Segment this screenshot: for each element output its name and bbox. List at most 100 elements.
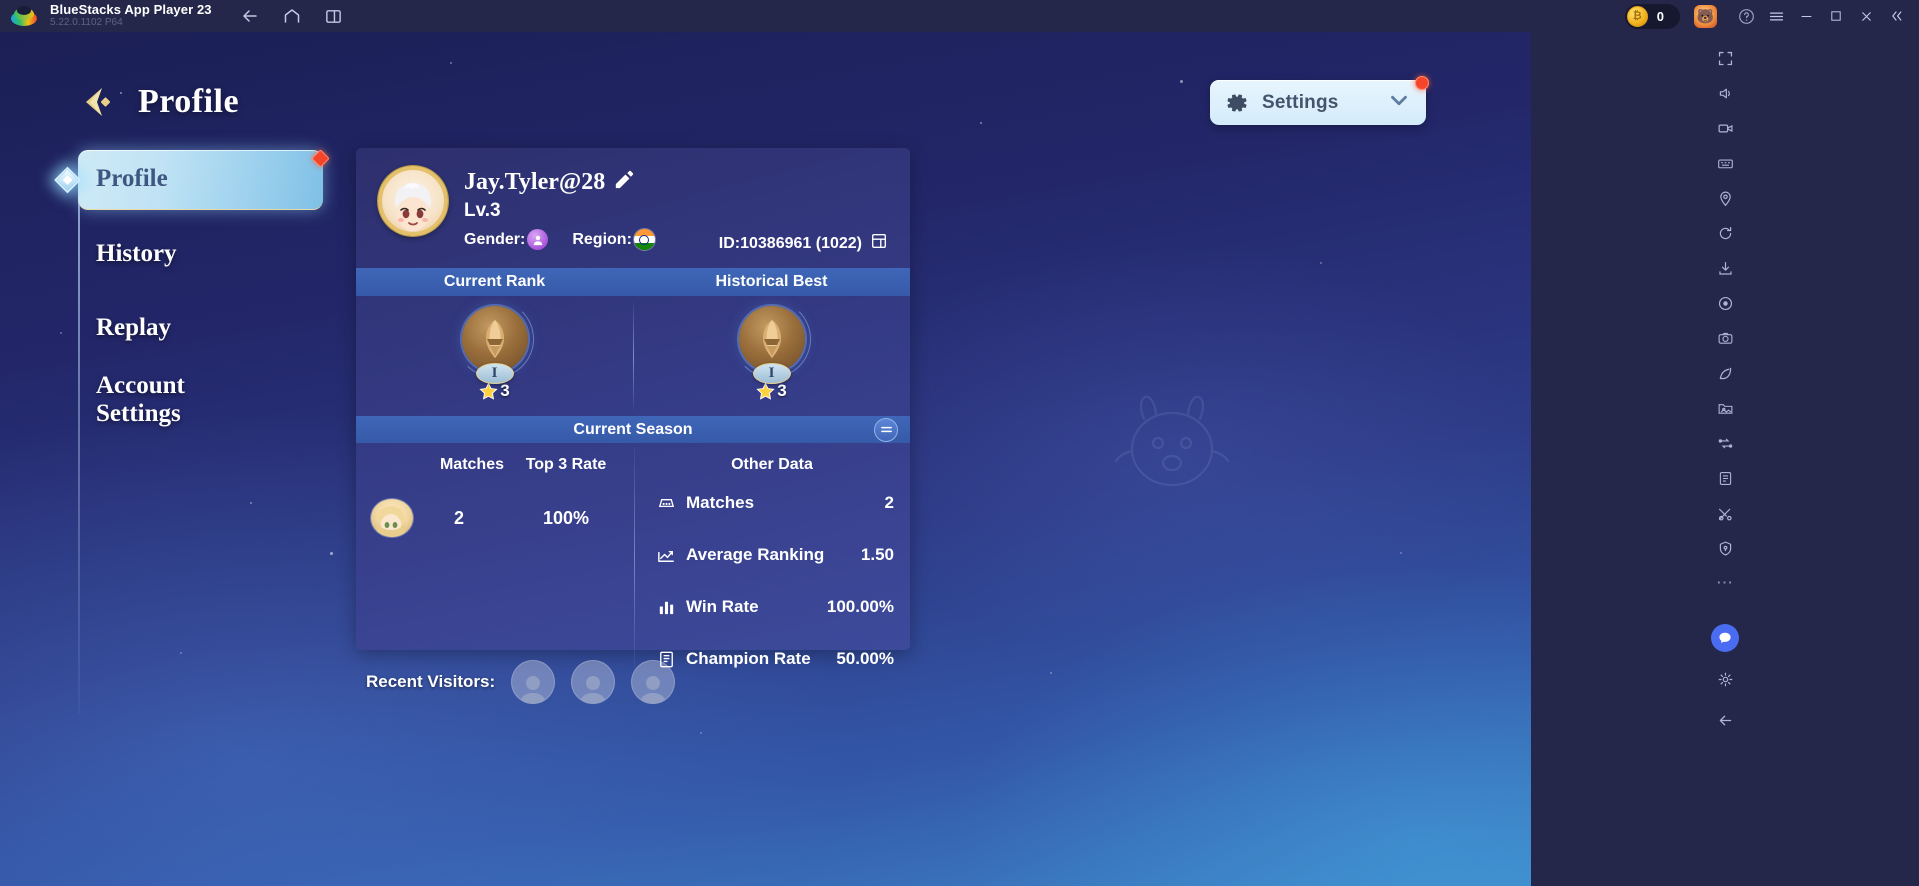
player-level: Lv.3 bbox=[464, 200, 501, 221]
keyboard-controls-icon[interactable] bbox=[1707, 147, 1743, 179]
camera-icon[interactable] bbox=[1707, 322, 1743, 354]
sync-instances-icon[interactable] bbox=[1707, 427, 1743, 459]
rank-stars: 3 bbox=[756, 381, 787, 401]
sidebar-item-replay[interactable]: Replay bbox=[78, 298, 318, 358]
notification-badge bbox=[311, 149, 330, 168]
edit-pencil-icon[interactable] bbox=[614, 170, 634, 195]
rank-star-count: 3 bbox=[777, 381, 787, 400]
other-data-row-average-ranking: Average Ranking 1.50 bbox=[634, 532, 910, 578]
media-folder-icon[interactable] bbox=[1707, 392, 1743, 424]
player-name: Jay.Tyler@28 bbox=[464, 169, 606, 195]
macro-record-icon[interactable] bbox=[1707, 287, 1743, 319]
swap-arrows-icon[interactable] bbox=[874, 417, 898, 442]
gear-icon[interactable] bbox=[1707, 663, 1743, 695]
sidebar-item-label: Replay bbox=[96, 313, 171, 341]
shield-icon[interactable] bbox=[1707, 532, 1743, 564]
chevron-double-left-icon[interactable] bbox=[1881, 0, 1911, 32]
hero-portrait[interactable] bbox=[370, 498, 414, 538]
rank-star-count: 3 bbox=[500, 381, 510, 400]
titlebar-nav bbox=[240, 6, 343, 26]
gender-label: Gender: bbox=[464, 230, 526, 248]
page-title: Profile bbox=[138, 83, 240, 120]
active-diamond-icon bbox=[54, 166, 81, 193]
matches-header: Matches bbox=[439, 456, 504, 473]
visitor-placeholder-icon[interactable] bbox=[571, 660, 616, 704]
video-icon[interactable] bbox=[1707, 112, 1743, 144]
bluestacks-mascot-watermark bbox=[1100, 387, 1245, 497]
help-circle-icon[interactable] bbox=[1731, 0, 1761, 32]
other-data-header: Other Data bbox=[731, 456, 813, 473]
season-left-panel: Matches Top 3 Rate 2 100% bbox=[356, 443, 634, 671]
flag-india-icon bbox=[633, 229, 655, 250]
historical-best-label: Historical Best bbox=[715, 273, 828, 290]
fullscreen-icon[interactable] bbox=[1707, 42, 1743, 74]
profile-info: Jay.Tyler@28 Lv.3 Gender: Region: bbox=[464, 166, 655, 250]
sidebar-item-profile[interactable]: Profile bbox=[54, 149, 330, 210]
install-apk-icon[interactable] bbox=[1707, 252, 1743, 284]
sidebar-item-label-line2: Settings bbox=[96, 399, 181, 427]
hamburger-menu-icon[interactable] bbox=[1761, 0, 1791, 32]
sidebar-item-label: Profile bbox=[96, 165, 168, 193]
volume-icon[interactable] bbox=[1707, 77, 1743, 109]
rank-section-header: Current Rank Historical Best bbox=[356, 268, 910, 296]
rotate-icon[interactable] bbox=[1707, 217, 1743, 249]
historical-rank-badge[interactable]: I 3 bbox=[633, 296, 910, 416]
script-icon[interactable] bbox=[1707, 462, 1743, 494]
rank-tier-label: I bbox=[752, 363, 791, 384]
other-data-label: Win Rate bbox=[686, 597, 759, 616]
rank-stars: 3 bbox=[479, 381, 510, 401]
app-version: 5.22.0.1102 P64 bbox=[50, 17, 123, 29]
rank-badges-row: I 3 I 3 bbox=[356, 296, 910, 416]
gender-unknown-icon bbox=[527, 229, 549, 250]
arrow-left-icon[interactable] bbox=[240, 6, 260, 26]
titlebar-text: BlueStacks App Player 23 5.22.0.1102 P64 bbox=[50, 3, 212, 28]
visitor-placeholder-icon[interactable] bbox=[631, 660, 676, 704]
maximize-icon[interactable] bbox=[1821, 0, 1851, 32]
star-icon bbox=[479, 381, 498, 400]
season-left-headers: Matches Top 3 Rate bbox=[356, 443, 634, 474]
bear-avatar-icon[interactable]: 🐻 bbox=[1694, 4, 1717, 28]
home-icon[interactable] bbox=[282, 6, 302, 26]
coin-counter[interactable]: ₿ 0 bbox=[1624, 3, 1680, 29]
settings-button[interactable]: Settings bbox=[1210, 76, 1429, 125]
visitor-placeholder-icon[interactable] bbox=[511, 660, 556, 704]
bluestacks-toolbar: ⋯ bbox=[1531, 32, 1919, 886]
top3-rate-header: Top 3 Rate bbox=[525, 456, 607, 473]
settings-notification-badge bbox=[1415, 76, 1429, 90]
other-data-value: 1.50 bbox=[860, 545, 894, 564]
chat-bubble-icon[interactable] bbox=[1711, 624, 1739, 652]
minimize-icon[interactable] bbox=[1791, 0, 1821, 32]
other-data-value: 100.00% bbox=[826, 597, 894, 616]
titlebar-right-controls: ₿ 0 🐻 bbox=[1624, 0, 1919, 32]
bar-chart-icon bbox=[656, 597, 682, 618]
more-dots-icon[interactable]: ⋯ bbox=[1707, 567, 1743, 599]
sidebar-item-account-settings[interactable]: Account Settings bbox=[78, 372, 318, 432]
coin-value: 0 bbox=[1656, 8, 1664, 24]
region-label: Region: bbox=[572, 230, 632, 248]
chevron-down-icon bbox=[1386, 87, 1412, 118]
back-chevron-icon[interactable] bbox=[72, 78, 120, 126]
ranking-chart-icon bbox=[656, 545, 682, 566]
location-pin-icon[interactable] bbox=[1707, 182, 1743, 214]
season-body: Matches Top 3 Rate 2 100% Other Data Mat… bbox=[356, 443, 910, 671]
page-header: Profile bbox=[72, 78, 239, 126]
rank-tier-label: I bbox=[475, 363, 514, 384]
gear-icon bbox=[1224, 90, 1250, 116]
avatar[interactable] bbox=[378, 166, 448, 236]
player-id-row: ID:10386961 (1022) bbox=[719, 232, 888, 255]
sidebar-item-history[interactable]: History bbox=[78, 224, 318, 284]
recent-visitors-label: Recent Visitors: bbox=[366, 672, 496, 691]
profile-meta-row: Gender: Region: bbox=[464, 229, 655, 250]
trim-icon[interactable] bbox=[1707, 497, 1743, 529]
arrow-left-icon[interactable] bbox=[1707, 704, 1743, 736]
eco-leaf-icon[interactable] bbox=[1707, 357, 1743, 389]
other-data-value: 50.00% bbox=[836, 649, 894, 668]
sidebar-item-label: History bbox=[96, 239, 177, 267]
copy-icon[interactable] bbox=[870, 232, 888, 255]
season-right-panel: Other Data Matches 2 Average Ranking 1.5… bbox=[634, 443, 910, 671]
current-rank-badge[interactable]: I 3 bbox=[356, 296, 633, 416]
windows-copy-icon[interactable] bbox=[324, 7, 343, 26]
season-hero-row: 2 100% bbox=[356, 498, 634, 538]
close-icon[interactable] bbox=[1851, 0, 1881, 32]
rank-divider bbox=[633, 302, 634, 410]
